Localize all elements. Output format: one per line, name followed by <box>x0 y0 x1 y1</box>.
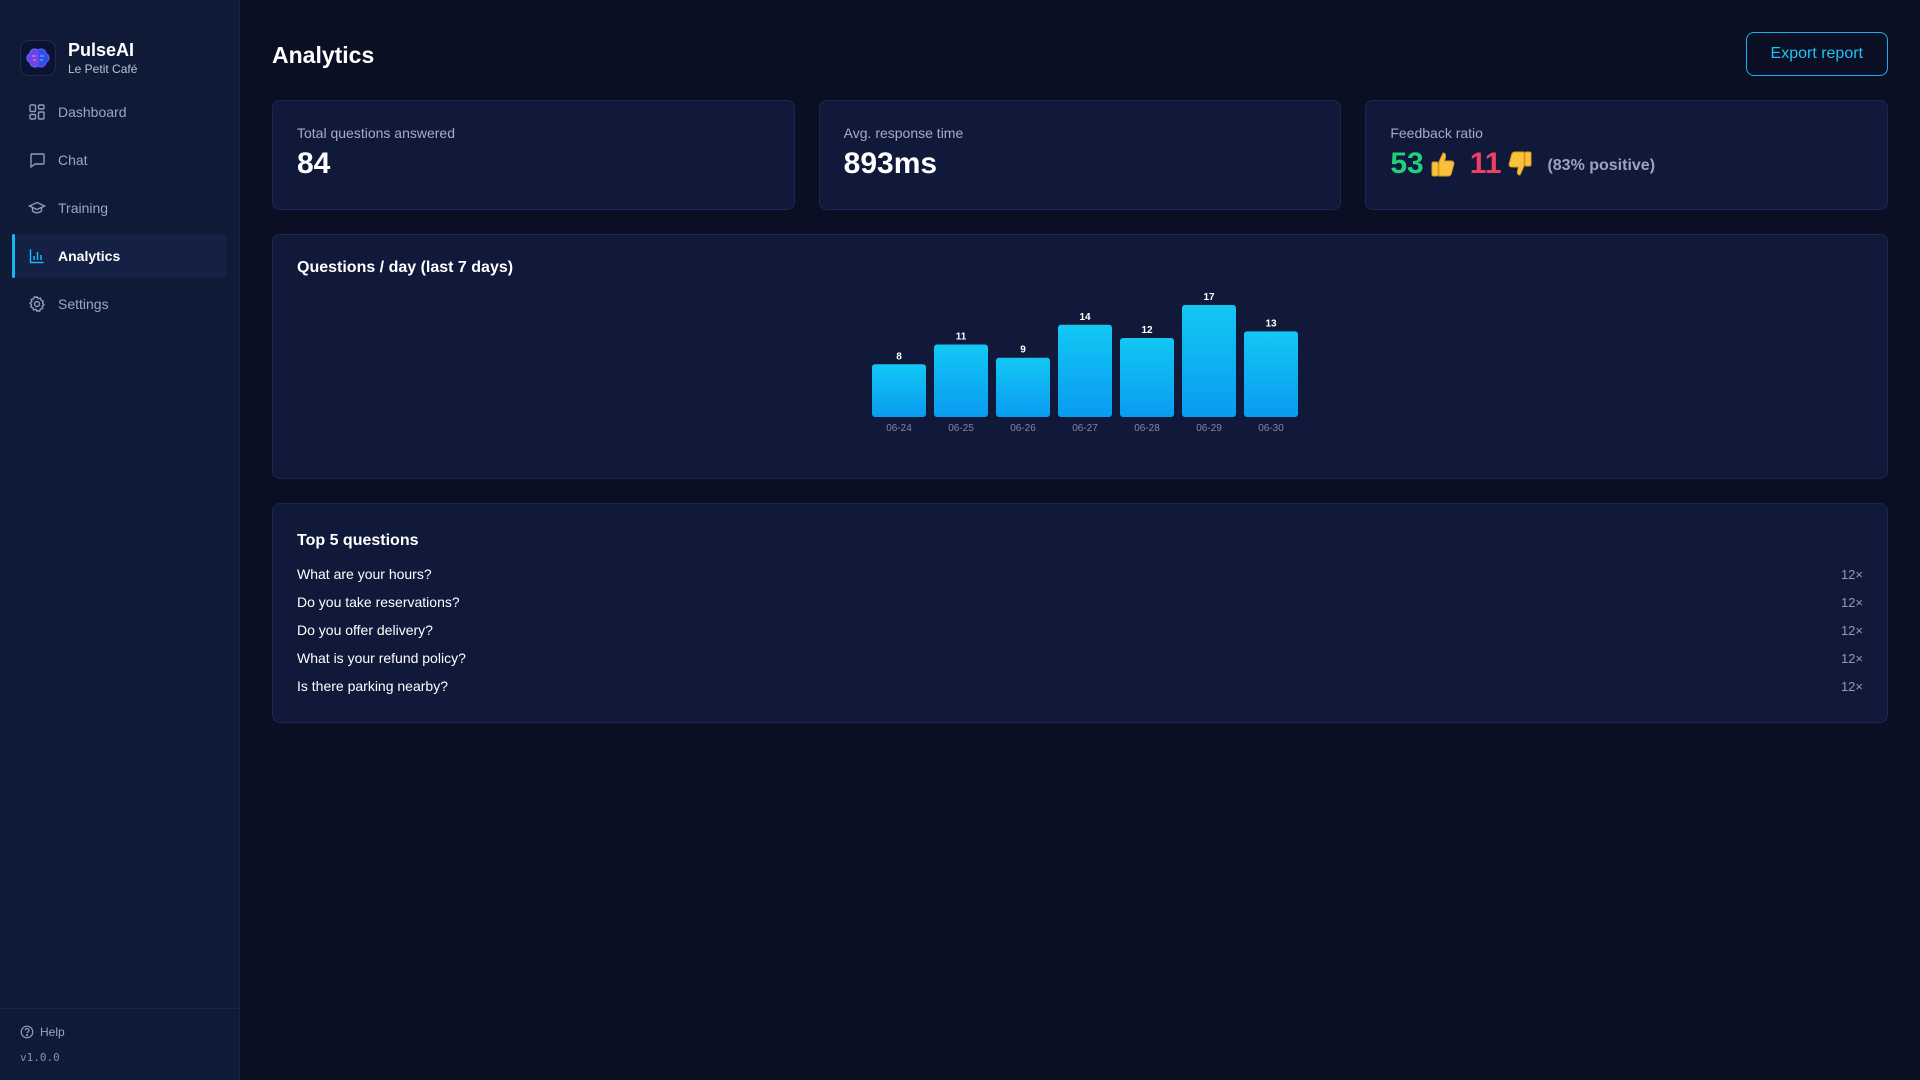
question-text: What are your hours? <box>297 566 432 582</box>
x-tick-label: 06-25 <box>948 423 974 434</box>
question-count: 12× <box>1840 622 1863 638</box>
thumbs-down-icon <box>1507 150 1533 178</box>
bar-value-label: 9 <box>1020 345 1026 356</box>
question-text: Do you offer delivery? <box>297 622 433 638</box>
stat-value: 893ms <box>843 147 938 180</box>
stat-label: Total questions answered <box>297 125 455 141</box>
export-report-button[interactable]: Export report <box>1745 32 1888 76</box>
sidebar-item-label: Analytics <box>58 248 121 264</box>
app-version: v1.0.0 <box>20 1051 60 1064</box>
brand-name: PulseAI <box>68 39 135 60</box>
question-text: Do you take reservations? <box>297 594 460 610</box>
positive-feedback-count: 53 <box>1390 147 1424 180</box>
chart-wrap: 8 06-24 11 06-25 9 06-26 14 06-27 12 06-28 17 06-29… <box>297 277 1863 447</box>
chart-bar <box>1182 305 1236 417</box>
sidebar-item-settings[interactable]: Settings <box>12 282 227 326</box>
help-label: Help <box>40 1025 65 1039</box>
question-text: What is your refund policy? <box>297 650 466 666</box>
stat-label: Avg. response time <box>843 125 964 141</box>
sidebar-item-dashboard[interactable]: Dashboard <box>12 90 227 134</box>
x-tick-label: 06-30 <box>1258 423 1284 434</box>
gear-icon <box>28 295 46 313</box>
top-questions-list: What are your hours? 12× Do you take res… <box>297 560 1863 700</box>
stat-card-feedback-ratio: Feedback ratio 53 11 (83% positive) <box>1365 100 1889 210</box>
negative-feedback-count: 11 <box>1469 147 1502 180</box>
bar-chart-icon <box>29 249 44 264</box>
help-icon <box>20 1025 34 1039</box>
stat-card-response-time: Avg. response time 893ms <box>818 100 1342 210</box>
graduation-cap-icon <box>28 201 46 214</box>
list-item: What are your hours? 12× <box>297 560 1863 588</box>
thumbs-up-icon <box>1430 150 1456 178</box>
x-tick-label: 06-29 <box>1196 423 1222 434</box>
chart-bar <box>934 344 988 417</box>
question-count: 12× <box>1840 650 1863 666</box>
top-questions-panel: Top 5 questions What are your hours? 12×… <box>272 503 1888 723</box>
bar-value-label: 12 <box>1141 325 1153 336</box>
sidebar-footer: Help v1.0.0 <box>0 1008 239 1080</box>
stat-label: Feedback ratio <box>1390 125 1483 141</box>
chart-bar <box>872 364 926 417</box>
bar-value-label: 13 <box>1265 318 1277 329</box>
x-tick-label: 06-26 <box>1010 423 1036 434</box>
brand: PulseAI Le Petit Café <box>0 0 239 90</box>
help-link[interactable]: Help <box>20 1025 219 1039</box>
question-count: 12× <box>1840 594 1863 610</box>
list-item: Is there parking nearby? 12× <box>297 672 1863 700</box>
x-tick-label: 06-24 <box>886 423 912 434</box>
question-count: 12× <box>1840 678 1863 694</box>
chart-bar <box>1244 331 1298 417</box>
list-item: Do you offer delivery? 12× <box>297 616 1863 644</box>
list-item: Do you take reservations? 12× <box>297 588 1863 616</box>
questions-per-day-panel: Questions / day (last 7 days) 8 06-24 11 06… <box>272 234 1888 479</box>
bar-value-label: 14 <box>1079 312 1091 323</box>
stats-row: Total questions answered 84 Avg. respons… <box>272 100 1889 210</box>
bar-value-label: 11 <box>956 332 967 343</box>
sidebar-nav: Dashboard Chat Training Analytics Settin… <box>0 90 239 326</box>
feedback-row: 53 11 (83% positive) <box>1390 147 1863 181</box>
sidebar: PulseAI Le Petit Café Dashboard Chat Tra… <box>0 0 240 1080</box>
stat-value: 84 <box>297 147 331 180</box>
bar-value-label: 17 <box>1203 292 1215 303</box>
question-count: 12× <box>1840 566 1863 582</box>
chart-title: Questions / day (last 7 days) <box>297 259 514 276</box>
list-item: What is your refund policy? 12× <box>297 644 1863 672</box>
questions-bar-chart: 8 06-24 11 06-25 9 06-26 14 06-27 12 06-28 17 06-29… <box>872 292 1298 434</box>
x-tick-label: 06-27 <box>1072 423 1098 434</box>
chart-bar <box>996 357 1050 417</box>
question-text: Is there parking nearby? <box>297 678 448 694</box>
main-content: Analytics Export report Total questions … <box>240 0 1920 1080</box>
stat-card-total-questions: Total questions answered 84 <box>272 100 795 210</box>
dashboard-icon <box>29 104 45 120</box>
top-questions-title: Top 5 questions <box>297 532 419 549</box>
page-header: Analytics Export report <box>272 32 1888 76</box>
sidebar-item-analytics[interactable]: Analytics <box>12 234 227 278</box>
positive-percentage: (83% positive) <box>1547 157 1656 174</box>
chart-bar <box>1120 337 1174 417</box>
sidebar-item-label: Training <box>58 200 109 216</box>
brain-logo-icon <box>20 40 56 76</box>
chat-icon <box>30 153 45 169</box>
app-root: PulseAI Le Petit Café Dashboard Chat Tra… <box>0 0 1920 1080</box>
sidebar-item-label: Settings <box>58 296 109 312</box>
sidebar-item-chat[interactable]: Chat <box>12 138 227 182</box>
page-title: Analytics <box>272 41 375 68</box>
sidebar-item-label: Dashboard <box>58 104 127 120</box>
chart-bar <box>1058 324 1112 417</box>
x-tick-label: 06-28 <box>1134 423 1160 434</box>
bar-value-label: 8 <box>896 351 902 362</box>
sidebar-item-training[interactable]: Training <box>12 186 227 230</box>
sidebar-item-label: Chat <box>58 152 88 168</box>
brand-subtitle: Le Petit Café <box>68 61 138 76</box>
